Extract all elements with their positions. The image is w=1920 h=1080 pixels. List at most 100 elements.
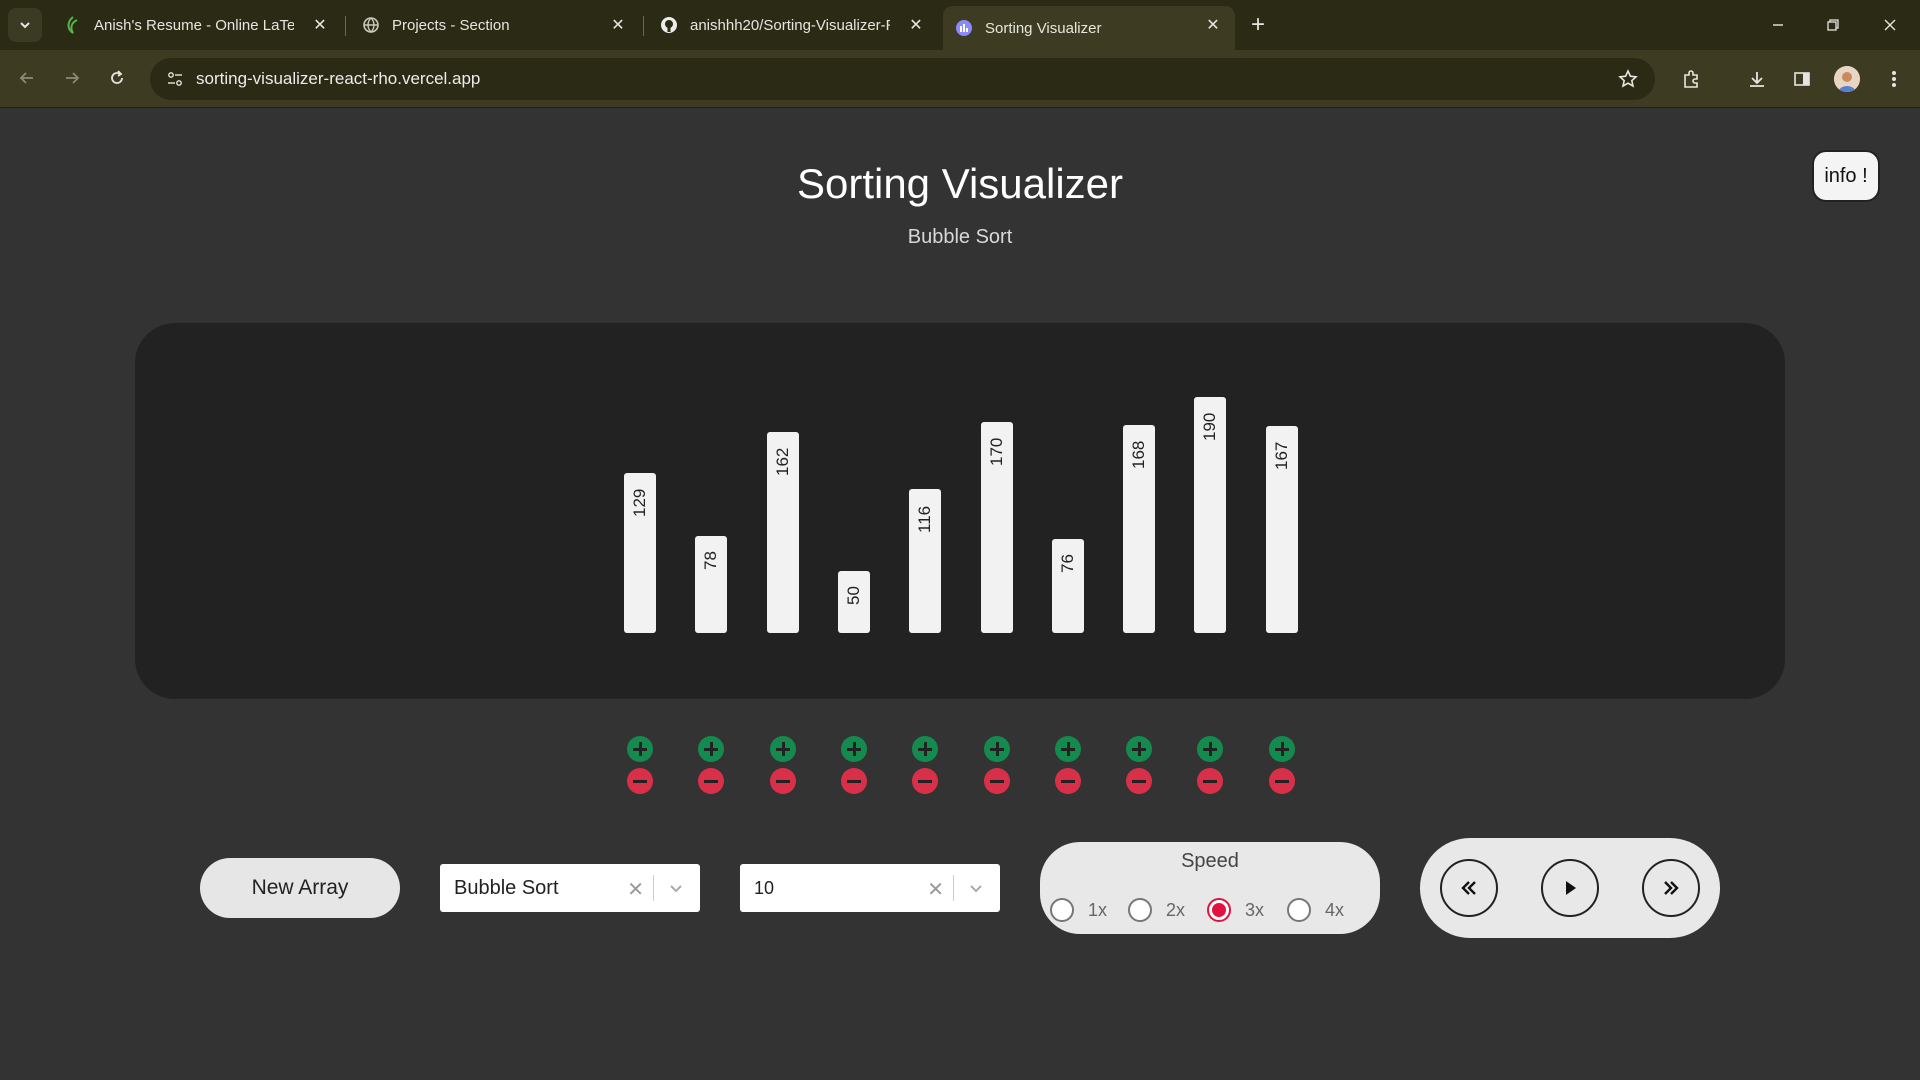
select-divider — [653, 875, 654, 901]
address-bar[interactable]: sorting-visualizer-react-rho.vercel.app — [150, 58, 1655, 100]
decrease-bar-button[interactable] — [841, 768, 867, 794]
arrow-right-icon — [66, 72, 80, 84]
decrease-bar-button[interactable] — [627, 768, 653, 794]
increase-bar-button[interactable] — [1269, 736, 1295, 762]
react-app-icon — [955, 19, 973, 37]
site-settings-icon[interactable] — [164, 68, 186, 90]
close-window-button[interactable] — [1870, 8, 1910, 42]
decrease-bar-button[interactable] — [1126, 768, 1152, 794]
clear-icon[interactable]: ✕ — [627, 877, 644, 902]
array-bar-value: 168 — [1129, 440, 1148, 469]
decrease-bar-button[interactable] — [912, 768, 938, 794]
globe-icon — [362, 16, 380, 34]
restore-button[interactable] — [1813, 8, 1853, 42]
radio-button[interactable] — [1287, 898, 1311, 922]
radio-button[interactable] — [1128, 898, 1152, 922]
play-icon — [1566, 881, 1576, 895]
radio-button[interactable] — [1207, 898, 1231, 922]
close-icon[interactable]: ✕ — [1203, 15, 1223, 35]
new-array-button[interactable]: New Array — [200, 858, 400, 918]
new-tab-button[interactable]: + — [1243, 10, 1273, 40]
tab-overleaf[interactable]: Anish's Resume - Online LaTeX Editor ✕ — [52, 6, 342, 44]
speed-option-3x[interactable]: 3x — [1207, 898, 1264, 922]
close-icon[interactable]: ✕ — [310, 15, 330, 35]
array-bar-value: 129 — [630, 488, 649, 517]
radio-button[interactable] — [1050, 898, 1074, 922]
reload-icon — [111, 70, 123, 84]
array-bar-value: 167 — [1272, 441, 1291, 470]
increase-bar-button[interactable] — [1126, 736, 1152, 762]
decrease-bar-button[interactable] — [770, 768, 796, 794]
algorithm-subtitle: Bubble Sort — [907, 226, 1013, 248]
minimize-icon — [1773, 24, 1783, 26]
forward-button[interactable] — [55, 61, 89, 95]
close-icon[interactable]: ✕ — [608, 15, 628, 35]
extensions-button[interactable] — [1676, 64, 1706, 94]
tab-title: anishhh20/Sorting-Visualizer-React — [690, 16, 890, 34]
puzzle-icon — [1684, 70, 1698, 88]
close-icon[interactable]: ✕ — [906, 15, 926, 35]
profile-avatar[interactable] — [1834, 66, 1860, 92]
step-forward-button[interactable] — [1642, 859, 1700, 917]
decrease-bar-button[interactable] — [1197, 768, 1223, 794]
play-button[interactable] — [1541, 859, 1599, 917]
increase-bar-button[interactable] — [1055, 736, 1081, 762]
array-size-select-value: 10 — [754, 878, 775, 898]
restore-icon — [1827, 19, 1839, 31]
speed-option-label: 2x — [1166, 899, 1186, 920]
increase-bar-button[interactable] — [627, 736, 653, 762]
increase-bar-button[interactable] — [770, 736, 796, 762]
step-back-button[interactable] — [1440, 859, 1498, 917]
array-bar-value: 190 — [1200, 412, 1219, 441]
array-size-select[interactable]: 10 ✕ — [740, 864, 1000, 912]
algorithm-select[interactable]: Bubble Sort ✕ — [440, 864, 700, 912]
decrease-bar-button[interactable] — [1055, 768, 1081, 794]
increase-bar-button[interactable] — [912, 736, 938, 762]
downloads-button[interactable] — [1742, 64, 1772, 94]
more-vertical-icon — [1892, 71, 1896, 87]
close-icon — [1884, 19, 1896, 31]
decrease-bar-button[interactable] — [984, 768, 1010, 794]
decrease-bar-button[interactable] — [1269, 768, 1295, 794]
increase-bar-button[interactable] — [984, 736, 1010, 762]
speed-option-1x[interactable]: 1x — [1050, 898, 1107, 922]
speed-option-label: 4x — [1325, 899, 1345, 920]
tab-divider — [643, 16, 644, 36]
side-panel-icon — [1794, 72, 1810, 86]
tab-projects[interactable]: Projects - Section ✕ — [350, 6, 640, 44]
download-icon — [1750, 72, 1764, 87]
array-bar-value: 170 — [987, 437, 1006, 466]
page-title: Sorting Visualizer — [796, 160, 1124, 207]
tab-github[interactable]: anishhh20/Sorting-Visualizer-React ✕ — [648, 6, 938, 44]
back-button[interactable] — [10, 61, 44, 95]
github-icon — [660, 16, 678, 34]
chevron-down-icon[interactable] — [966, 878, 986, 898]
tab-title: Projects - Section — [392, 16, 510, 34]
speed-control: Speed 1x 2x 3x 4x — [1040, 842, 1380, 934]
double-chevron-right-icon — [1664, 881, 1679, 895]
tab-title: Sorting Visualizer — [985, 19, 1102, 37]
browser-tab-bar: Anish's Resume - Online LaTeX Editor ✕ P… — [0, 0, 1920, 50]
increase-bar-button[interactable] — [841, 736, 867, 762]
bookmark-star-icon[interactable] — [1617, 68, 1639, 90]
side-panel-button[interactable] — [1787, 64, 1817, 94]
chevron-down-icon — [20, 22, 30, 29]
tab-title: Anish's Resume - Online LaTeX Editor — [94, 16, 294, 34]
tab-divider — [345, 16, 346, 36]
clear-icon[interactable]: ✕ — [927, 877, 944, 902]
playback-controls — [1420, 838, 1720, 938]
speed-label: Speed — [1181, 850, 1239, 872]
browser-menu-button[interactable] — [1879, 64, 1909, 94]
chevron-down-icon[interactable] — [666, 878, 686, 898]
increase-bar-button[interactable] — [1197, 736, 1223, 762]
speed-option-label: 3x — [1245, 899, 1265, 920]
tab-list-button[interactable] — [8, 8, 42, 42]
speed-option-2x[interactable]: 2x — [1128, 898, 1185, 922]
decrease-bar-button[interactable] — [698, 768, 724, 794]
minimize-button[interactable] — [1758, 8, 1798, 42]
reload-button[interactable] — [100, 61, 134, 95]
increase-bar-button[interactable] — [698, 736, 724, 762]
speed-option-4x[interactable]: 4x — [1287, 898, 1344, 922]
tab-sorting-visualizer[interactable]: Sorting Visualizer ✕ — [943, 6, 1235, 50]
info-button[interactable]: info ! — [1812, 150, 1880, 202]
